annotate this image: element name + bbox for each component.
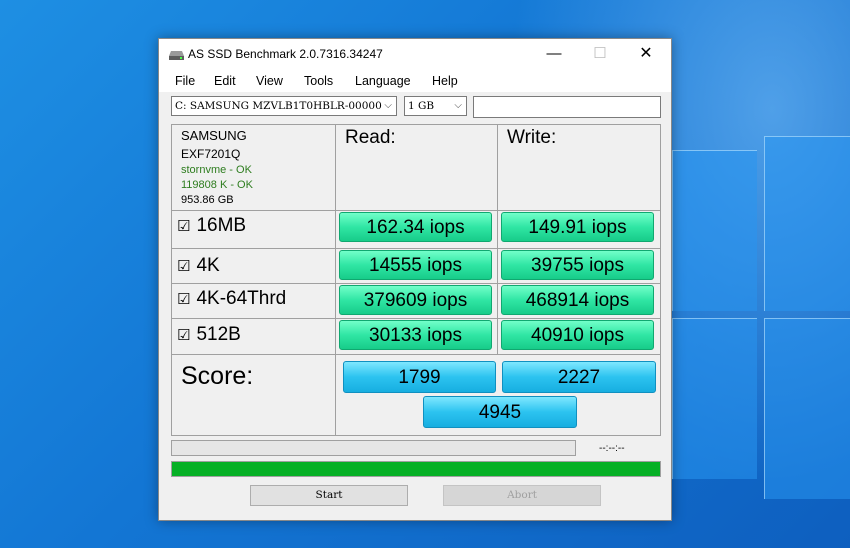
result-512b-read: 30133 iops (339, 320, 492, 350)
result-16mb-write: 149.91 iops (501, 212, 654, 242)
start-button[interactable]: Start (250, 485, 408, 506)
drive-select-value: C: SAMSUNG MZVLB1T0HBLR-00000 (175, 100, 382, 112)
abort-button[interactable]: Abort (443, 485, 601, 506)
drive-select[interactable]: C: SAMSUNG MZVLB1T0HBLR-00000 ⌵ (171, 96, 397, 116)
size-select[interactable]: 1 GB ⌵ (404, 96, 467, 116)
overall-progress-fill (172, 462, 660, 476)
menu-tools[interactable]: Tools (304, 74, 333, 88)
result-4k-write: 39755 iops (501, 250, 654, 280)
result-4k-64thrd-write: 468914 iops (501, 285, 654, 315)
size-select-value: 1 GB (408, 100, 435, 112)
score-write: 2227 (502, 361, 656, 393)
test-progress-bar (171, 440, 576, 456)
score-label: Score: (181, 362, 254, 390)
menu-language[interactable]: Language (355, 74, 411, 88)
checkbox-checked-icon: ☑ (177, 217, 191, 235)
close-button[interactable]: ✕ (623, 39, 669, 70)
drive-firmware: EXF7201Q (181, 147, 241, 161)
chevron-down-icon: ⌵ (454, 100, 462, 111)
elapsed-time: --:--:-- (599, 443, 625, 454)
checkbox-checked-icon: ☑ (177, 326, 191, 344)
as-ssd-window: AS SSD Benchmark 2.0.7316.34247 — ☐ ✕ Fi… (158, 38, 672, 521)
chevron-down-icon: ⌵ (384, 100, 392, 111)
checkbox-checked-icon: ☑ (177, 290, 191, 308)
score-read: 1799 (343, 361, 496, 393)
alignment-status: 119808 K - OK (181, 179, 253, 191)
test-16mb-checkbox[interactable]: ☑ 16MB (177, 215, 246, 237)
result-512b-write: 40910 iops (501, 320, 654, 350)
result-4k-64thrd-read: 379609 iops (339, 285, 492, 315)
drive-vendor: SAMSUNG (181, 128, 247, 143)
menu-help[interactable]: Help (432, 74, 458, 88)
window-title: AS SSD Benchmark 2.0.7316.34247 (188, 47, 383, 61)
result-4k-read: 14555 iops (339, 250, 492, 280)
menu-bar: File Edit View Tools Language Help (159, 70, 671, 92)
driver-status: stornvme - OK (181, 164, 252, 176)
drive-icon (169, 51, 184, 60)
windows-logo-wallpaper (672, 136, 850, 548)
test-512b-checkbox[interactable]: ☑ 512B (177, 324, 241, 346)
menu-view[interactable]: View (256, 74, 283, 88)
checkbox-checked-icon: ☑ (177, 257, 191, 275)
result-16mb-read: 162.34 iops (339, 212, 492, 242)
minimize-button[interactable]: — (531, 39, 577, 70)
title-bar[interactable]: AS SSD Benchmark 2.0.7316.34247 — ☐ ✕ (159, 39, 671, 70)
test-4k-64thrd-checkbox[interactable]: ☑ 4K-64Thrd (177, 288, 286, 310)
menu-file[interactable]: File (175, 74, 195, 88)
score-total: 4945 (423, 396, 577, 428)
read-header: Read: (345, 127, 396, 148)
maximize-button[interactable]: ☐ (577, 39, 623, 70)
menu-edit[interactable]: Edit (214, 74, 236, 88)
test-4k-checkbox[interactable]: ☑ 4K (177, 255, 220, 277)
drive-capacity: 953.86 GB (181, 194, 234, 206)
notes-input[interactable] (473, 96, 661, 118)
write-header: Write: (507, 127, 557, 148)
overall-progress-bar (171, 461, 661, 477)
